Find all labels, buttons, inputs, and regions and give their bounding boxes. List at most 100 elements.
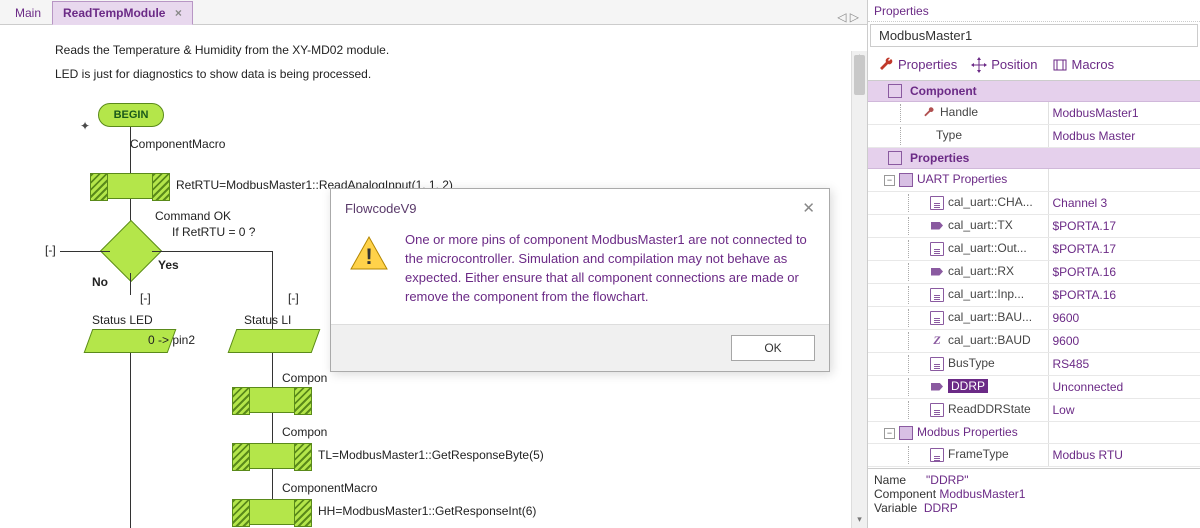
- flow-macro-4[interactable]: [232, 499, 312, 525]
- property-icon: [930, 357, 944, 371]
- property-row[interactable]: cal_uart::RX$PORTA.16: [868, 260, 1200, 283]
- dialog-title: FlowcodeV9: [345, 201, 417, 216]
- section-component[interactable]: Component: [868, 81, 1200, 102]
- macro4-text: HH=ModbusMaster1::GetResponseInt(6): [318, 504, 536, 518]
- property-row[interactable]: cal_uart::CHA...Channel 3: [868, 192, 1200, 215]
- section-properties[interactable]: Properties: [868, 148, 1200, 169]
- property-row[interactable]: Zcal_uart::BAUD9600: [868, 329, 1200, 352]
- decision-yes: Yes: [158, 258, 179, 272]
- prop-tab-properties[interactable]: Properties: [878, 57, 957, 73]
- close-icon[interactable]: ×: [175, 6, 182, 20]
- property-icon: [930, 288, 944, 302]
- property-key: ReadDDRState: [948, 402, 1031, 416]
- property-value: RS485: [1048, 352, 1200, 375]
- prop-tab-macros[interactable]: Macros: [1052, 57, 1115, 73]
- connector-icon: [930, 219, 944, 233]
- dialog-message: One or more pins of component ModbusMast…: [405, 231, 811, 306]
- property-value: Modbus RTU: [1048, 444, 1200, 467]
- flow-macro-3[interactable]: [232, 443, 312, 469]
- collapse-yes-right[interactable]: [-]: [288, 291, 299, 305]
- collapse-no[interactable]: [-]: [45, 243, 56, 257]
- wrench-icon: [922, 106, 936, 120]
- tab-nav-arrows[interactable]: ◁ ▷: [837, 10, 859, 24]
- collapse-icon[interactable]: −: [884, 175, 895, 186]
- statusled2-title: Status LI: [244, 313, 291, 327]
- property-row[interactable]: BusType RS485: [868, 352, 1200, 375]
- property-value: Unconnected: [1048, 375, 1200, 398]
- property-key: cal_uart::CHA...: [948, 195, 1033, 209]
- description-line-1: Reads the Temperature & Humidity from th…: [55, 43, 389, 57]
- properties-tree[interactable]: Component Handle ModbusMaster1 Type Modb…: [868, 81, 1200, 468]
- log-panel: Name "DDRP" Component ModbusMaster1 Vari…: [868, 468, 1200, 528]
- property-icon: [930, 242, 944, 256]
- row-handle[interactable]: Handle ModbusMaster1: [868, 102, 1200, 125]
- property-row[interactable]: DDRP Unconnected: [868, 375, 1200, 398]
- property-row[interactable]: FrameType Modbus RTU: [868, 444, 1200, 467]
- scroll-down-icon[interactable]: ▾: [852, 514, 867, 528]
- statusled-text: 0 -> pin2: [148, 333, 195, 347]
- row-modbus-properties[interactable]: −Modbus Properties: [868, 422, 1200, 444]
- property-row[interactable]: cal_uart::Out... $PORTA.17: [868, 237, 1200, 260]
- property-value: $PORTA.17: [1048, 237, 1200, 260]
- editor-tab-bar: Main ReadTempModule × ◁ ▷: [0, 0, 867, 25]
- property-icon: [930, 448, 944, 462]
- connector-icon: [930, 380, 944, 394]
- statusled-title: Status LED: [92, 313, 153, 327]
- macros-icon: [1052, 57, 1068, 73]
- section-icon: [888, 151, 902, 165]
- flow-output-right[interactable]: [228, 329, 321, 353]
- macro3-title: Compon: [282, 425, 327, 439]
- property-key: cal_uart::Inp...: [948, 287, 1024, 301]
- property-value: 9600: [1048, 306, 1200, 329]
- property-key: DDRP: [948, 379, 988, 393]
- scrollbar-vertical[interactable]: ▴ ▾: [851, 51, 867, 528]
- tab-label: ReadTempModule: [63, 6, 165, 20]
- svg-text:!: !: [365, 244, 372, 269]
- row-type[interactable]: Type Modbus Master: [868, 125, 1200, 148]
- property-icon: [930, 311, 944, 325]
- property-row[interactable]: cal_uart::TX$PORTA.17: [868, 214, 1200, 237]
- description-line-2: LED is just for diagnostics to show data…: [55, 67, 371, 81]
- flow-begin[interactable]: BEGIN: [98, 103, 164, 127]
- property-value: $PORTA.16: [1048, 283, 1200, 306]
- property-key: cal_uart::BAU...: [948, 310, 1032, 324]
- tab-main[interactable]: Main: [4, 1, 52, 25]
- properties-panel-title: Properties: [868, 0, 1200, 22]
- entry-marker: ✦: [80, 119, 90, 133]
- property-key: FrameType: [948, 447, 1009, 461]
- property-icon: [930, 403, 944, 417]
- connector-icon: [930, 265, 944, 279]
- wrench-icon: [878, 57, 894, 73]
- property-icon: [930, 196, 944, 210]
- macro1-title: ComponentMacro: [130, 137, 225, 151]
- prop-tab-position[interactable]: Position: [971, 57, 1037, 73]
- collapse-yes-left[interactable]: [-]: [140, 291, 151, 305]
- tab-readtempmodule[interactable]: ReadTempModule ×: [52, 1, 193, 25]
- folder-icon: [899, 173, 913, 187]
- selected-component-name[interactable]: ModbusMaster1: [870, 24, 1198, 47]
- flow-macro-1[interactable]: [90, 173, 170, 199]
- close-icon[interactable]: ✕: [802, 199, 815, 217]
- flow-macro-2[interactable]: [232, 387, 312, 413]
- row-uart-properties[interactable]: −UART Properties: [868, 169, 1200, 191]
- property-row[interactable]: ReadDDRState Low: [868, 398, 1200, 421]
- scroll-thumb[interactable]: [854, 55, 865, 95]
- position-icon: [971, 57, 987, 73]
- warning-icon: !: [349, 235, 389, 271]
- property-row[interactable]: cal_uart::BAU... 9600: [868, 306, 1200, 329]
- decision-no: No: [92, 275, 108, 289]
- property-value: Low: [1048, 398, 1200, 421]
- collapse-icon[interactable]: −: [884, 428, 895, 439]
- property-key: BusType: [948, 356, 995, 370]
- ok-button[interactable]: OK: [731, 335, 815, 361]
- macro2-title: Compon: [282, 371, 327, 385]
- warning-dialog: FlowcodeV9 ✕ ! One or more pins of compo…: [330, 188, 830, 372]
- macro4-title: ComponentMacro: [282, 481, 377, 495]
- property-key: cal_uart::TX: [948, 218, 1013, 232]
- property-key: cal_uart::BAUD: [948, 333, 1031, 347]
- property-value: $PORTA.16: [1048, 260, 1200, 283]
- folder-icon: [899, 426, 913, 440]
- property-row[interactable]: cal_uart::Inp... $PORTA.16: [868, 283, 1200, 306]
- property-key: cal_uart::Out...: [948, 241, 1027, 255]
- decision-text: If RetRTU = 0 ?: [172, 225, 255, 239]
